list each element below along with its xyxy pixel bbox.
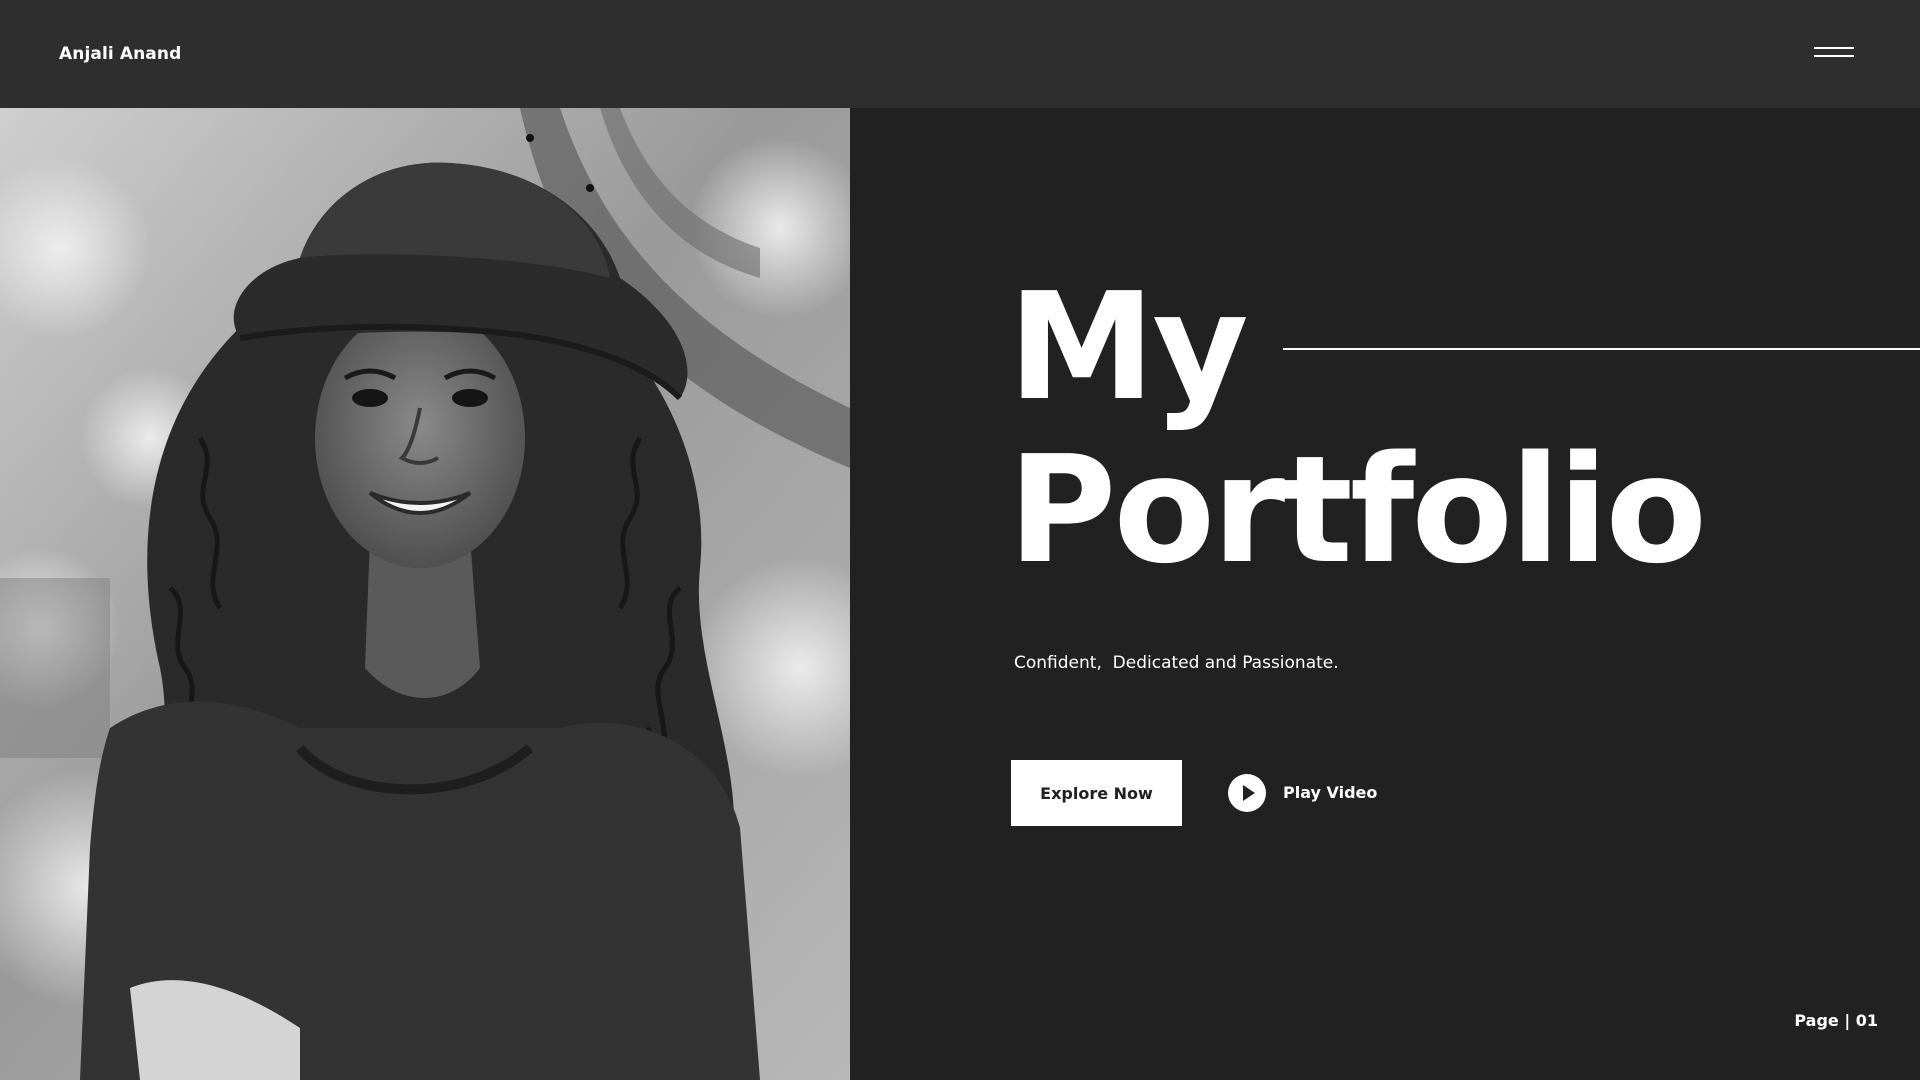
explore-now-button[interactable]: Explore Now: [1011, 760, 1182, 826]
top-header: Anjali Anand: [0, 0, 1920, 108]
hero-title-line2: Portfolio: [1008, 424, 1707, 596]
portrait-photo: [0, 108, 850, 1080]
portfolio-page: Anjali Anand My Portfolio Confident, Ded…: [0, 0, 1920, 1080]
brand-name[interactable]: Anjali Anand: [59, 43, 181, 65]
hero-title-line1: My: [1008, 261, 1249, 433]
play-video-label[interactable]: Play Video: [1283, 783, 1377, 803]
page-indicator: Page | 01: [1794, 1011, 1878, 1030]
play-circle-icon[interactable]: [1228, 774, 1266, 812]
menu-bar-bottom: [1814, 55, 1854, 57]
hamburger-menu-icon[interactable]: [1812, 44, 1856, 60]
play-triangle-icon: [1243, 785, 1255, 801]
play-video-button[interactable]: Play Video: [1228, 773, 1377, 813]
menu-bar-top: [1814, 47, 1854, 49]
hero-tagline: Confident, Dedicated and Passionate.: [1014, 653, 1339, 673]
title-divider-line: [1283, 348, 1920, 350]
